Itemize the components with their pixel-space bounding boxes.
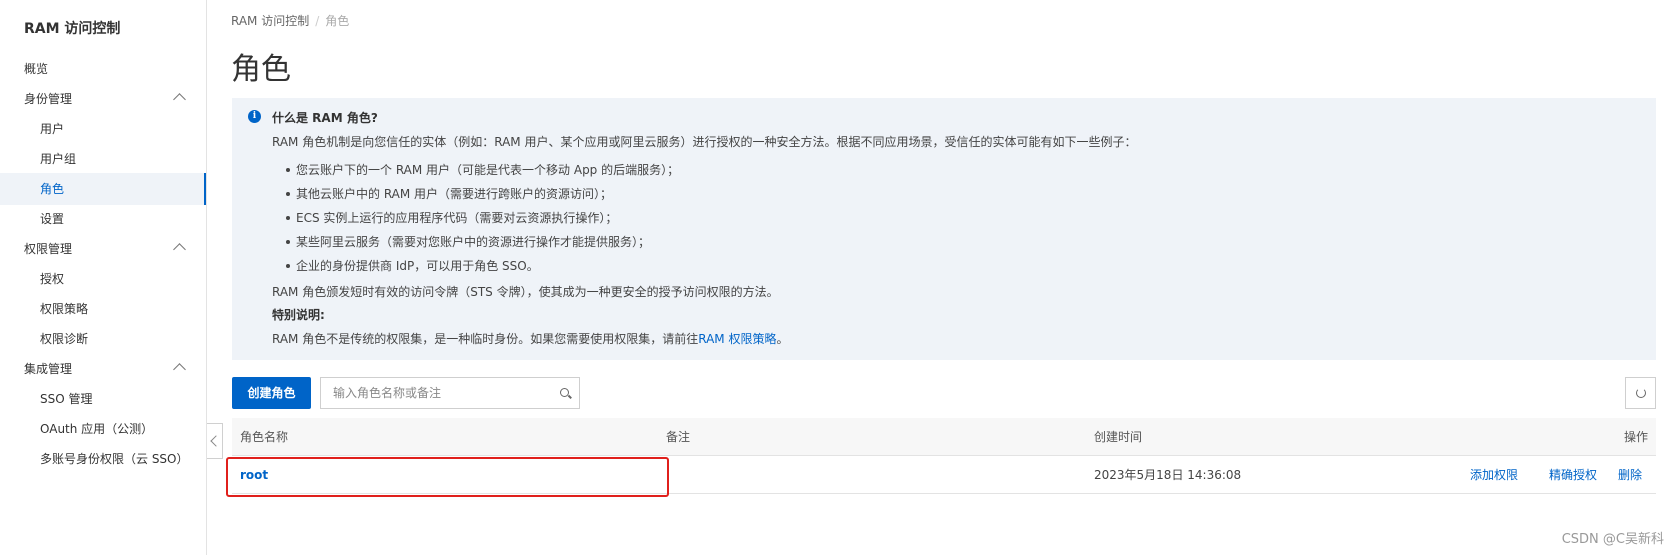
- info-list-item: 某些阿里云服务（需要对您账户中的资源进行操作才能提供服务）；: [285, 230, 679, 254]
- breadcrumb: RAM 访问控制 / 角色: [231, 12, 349, 29]
- sidebar-collapse-button[interactable]: [207, 423, 223, 459]
- sidebar-item-roles[interactable]: 角色: [0, 173, 206, 205]
- info-icon: i: [248, 110, 261, 123]
- info-special-label: 特别说明:: [272, 308, 325, 322]
- sidebar-item-label: 设置: [40, 212, 65, 226]
- sidebar-title: RAM 访问控制: [24, 21, 121, 37]
- sidebar-item-cloud-sso[interactable]: 多账号身份权限（云 SSO）: [0, 443, 206, 475]
- search-icon[interactable]: [560, 388, 569, 397]
- sidebar-item-label: SSO 管理: [40, 392, 93, 406]
- sidebar-item-label: 角色: [40, 182, 65, 196]
- breadcrumb-root-link[interactable]: RAM 访问控制: [231, 14, 309, 28]
- create-role-button[interactable]: 创建角色: [232, 377, 311, 409]
- info-box: i 什么是 RAM 角色? RAM 角色机制是向您信任的实体（例如：RAM 用户…: [232, 98, 1656, 360]
- sidebar-item-label: 集成管理: [24, 362, 73, 376]
- info-special-body: RAM 角色不是传统的权限集，是一种临时身份。如果您需要使用权限集，请前往: [272, 332, 699, 346]
- table-row: root 2023年5月18日 14:36:08 添加权限 精确授权 删除: [232, 456, 1656, 494]
- sidebar-item-oauth[interactable]: OAuth 应用（公测）: [0, 413, 206, 445]
- column-header-role-name: 角色名称: [240, 430, 289, 444]
- sidebar: RAM 访问控制 概览 身份管理 用户 用户组 角色 设置 权限管理 授权 权限…: [0, 0, 207, 555]
- refresh-button[interactable]: [1625, 377, 1656, 409]
- sidebar-group-permissions[interactable]: 权限管理: [0, 233, 206, 265]
- column-header-created: 创建时间: [1094, 430, 1143, 444]
- sidebar-item-label: 权限策略: [40, 302, 89, 316]
- chevron-up-icon: [173, 243, 186, 256]
- page-title: 角色: [231, 52, 291, 87]
- precise-grant-link[interactable]: 精确授权: [1549, 456, 1597, 494]
- refresh-icon: [1636, 388, 1646, 398]
- info-special-text: RAM 角色不是传统的权限集，是一种临时身份。如果您需要使用权限集，请前往RAM…: [272, 330, 788, 347]
- info-list-item: 企业的身份提供商 IdP，可以用于角色 SSO。: [285, 254, 679, 278]
- sidebar-item-label: 用户组: [40, 152, 77, 166]
- info-title: 什么是 RAM 角色?: [272, 111, 378, 125]
- info-sts-text: RAM 角色颁发短时有效的访问令牌（STS 令牌），使其成为一种更安全的授予访问…: [272, 285, 779, 299]
- breadcrumb-current: 角色: [325, 14, 350, 28]
- watermark: CSDN @C吴新科: [1561, 532, 1664, 547]
- sidebar-item-user-groups[interactable]: 用户组: [0, 143, 206, 175]
- sidebar-item-grants[interactable]: 授权: [0, 263, 206, 295]
- delete-link[interactable]: 删除: [1618, 456, 1642, 494]
- table-header: 角色名称 备注 创建时间 操作: [232, 418, 1656, 456]
- chevron-up-icon: [173, 363, 186, 376]
- search-input[interactable]: [321, 378, 549, 408]
- sidebar-item-sso[interactable]: SSO 管理: [0, 383, 206, 415]
- ram-policy-link[interactable]: RAM 权限策略: [698, 332, 776, 346]
- sidebar-item-policies[interactable]: 权限策略: [0, 293, 206, 325]
- sidebar-item-overview[interactable]: 概览: [0, 53, 206, 85]
- sidebar-item-settings[interactable]: 设置: [0, 203, 206, 235]
- sidebar-item-label: 权限诊断: [40, 332, 89, 346]
- search-box: [320, 377, 580, 409]
- sidebar-item-label: 多账号身份权限（云 SSO）: [40, 452, 189, 466]
- role-name-link[interactable]: root: [240, 456, 268, 494]
- info-list-item: 其他云账户中的 RAM 用户（需要进行跨账户的资源访问）；: [285, 182, 679, 206]
- chevron-up-icon: [173, 93, 186, 106]
- info-intro: RAM 角色机制是向您信任的实体（例如：RAM 用户、某个应用或阿里云服务）进行…: [272, 135, 1137, 149]
- sidebar-item-label: 用户: [40, 122, 65, 136]
- info-list-item: 您云账户下的一个 RAM 用户（可能是代表一个移动 App 的后端服务）；: [285, 158, 679, 182]
- sidebar-group-integration[interactable]: 集成管理: [0, 353, 206, 385]
- info-special-end: 。: [776, 332, 789, 346]
- add-permission-link[interactable]: 添加权限: [1470, 456, 1518, 494]
- sidebar-item-label: 授权: [40, 272, 65, 286]
- info-list: 您云账户下的一个 RAM 用户（可能是代表一个移动 App 的后端服务）； 其他…: [285, 158, 679, 278]
- role-created-time: 2023年5月18日 14:36:08: [1094, 468, 1242, 482]
- sidebar-item-label: 权限管理: [24, 242, 73, 256]
- sidebar-item-label: OAuth 应用（公测）: [40, 422, 154, 436]
- column-header-actions: 操作: [1623, 430, 1648, 444]
- breadcrumb-separator: /: [315, 14, 320, 28]
- sidebar-item-users[interactable]: 用户: [0, 113, 206, 145]
- sidebar-item-label: 身份管理: [24, 92, 73, 106]
- column-header-note: 备注: [666, 430, 691, 444]
- sidebar-group-identity[interactable]: 身份管理: [0, 83, 206, 115]
- sidebar-item-diagnostics[interactable]: 权限诊断: [0, 323, 206, 355]
- info-list-item: ECS 实例上运行的应用程序代码（需要对云资源执行操作）；: [285, 206, 679, 230]
- sidebar-item-label: 概览: [24, 62, 49, 76]
